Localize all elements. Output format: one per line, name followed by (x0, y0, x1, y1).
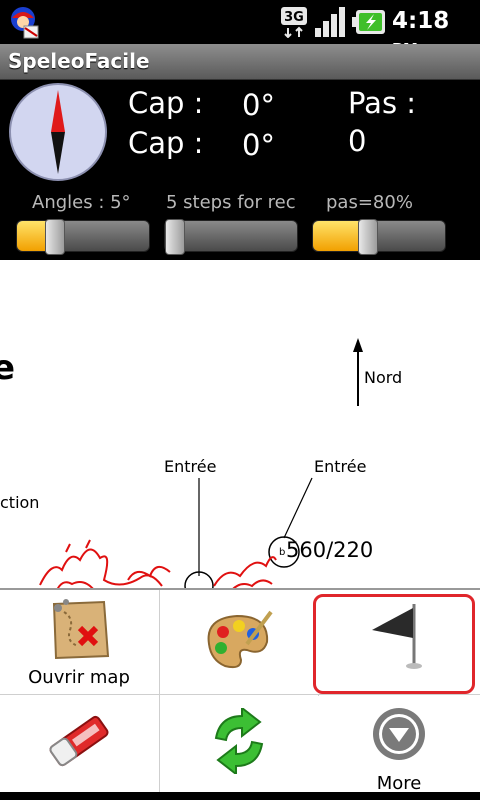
eraser-icon (49, 715, 109, 767)
entrance-label-1: Entrée (164, 457, 217, 476)
map-icon (52, 599, 110, 660)
battery-charging-icon (352, 10, 385, 34)
cap-label-2: Cap : (128, 126, 204, 160)
cave-map[interactable]: e Nord Entrée Entrée ction b 560/220 (0, 260, 480, 592)
entrance-leader-2 (283, 477, 313, 539)
slider-thumb[interactable] (45, 219, 65, 255)
angles-slider[interactable] (16, 219, 150, 255)
menu-item-more[interactable]: More (318, 696, 480, 800)
pas-slider[interactable] (312, 219, 446, 255)
menu-label-more: More (376, 773, 422, 794)
clock-time: 4:18 (392, 8, 450, 34)
pas-label: Pas : (348, 86, 417, 120)
network-3g-icon: 3G (281, 7, 307, 38)
slider-thumb[interactable] (358, 219, 378, 255)
more-icon (373, 708, 425, 760)
cap-value-1: 0° (242, 88, 275, 122)
map-partial-text-1: e (0, 348, 16, 388)
slider-label-angles: Angles : 5° (32, 192, 131, 213)
cap-value-2: 0° (242, 128, 275, 162)
menu-item-eraser[interactable] (0, 696, 158, 800)
menu-divider (0, 694, 480, 695)
north-arrow-head (353, 338, 363, 352)
slider-thumb[interactable] (165, 219, 185, 255)
app-title: SpeleoFacile (8, 49, 150, 73)
menu-item-refresh[interactable] (160, 696, 318, 800)
menu-item-palette[interactable] (160, 590, 318, 694)
pas-value: 0 (348, 124, 367, 158)
slider-label-steps: 5 steps for rec (166, 192, 296, 213)
station-prefix: b (279, 547, 286, 558)
slider-label-pas: pas=80% (326, 192, 413, 213)
menu-item-open-map[interactable]: Ouvrir map (0, 590, 158, 694)
entrance-label-2: Entrée (314, 457, 367, 476)
signal-icon (315, 7, 345, 37)
status-bar: 3G 4:18 PM (0, 0, 480, 58)
refresh-icon (214, 708, 264, 774)
map-partial-text-2: ction (0, 493, 40, 512)
network-label: 3G (284, 10, 304, 25)
notification-icon[interactable] (6, 4, 42, 40)
map-drawing (39, 338, 363, 592)
screen-bottom-edge (0, 792, 480, 800)
compass-icon (9, 83, 107, 181)
readout-panel: Cap : 0° Pas : Cap : 0° 0 Angles : 5° 5 … (0, 80, 480, 260)
title-bar: SpeleoFacile (0, 44, 480, 80)
palette-icon (207, 610, 273, 669)
cap-label-1: Cap : (128, 86, 204, 120)
selection-highlight (313, 594, 475, 694)
north-label: Nord (364, 368, 403, 387)
survey-lines (39, 539, 277, 592)
menu-label-open-map: Ouvrir map (28, 667, 130, 688)
steps-slider[interactable] (164, 219, 298, 255)
station-label: 560/220 (286, 538, 374, 562)
